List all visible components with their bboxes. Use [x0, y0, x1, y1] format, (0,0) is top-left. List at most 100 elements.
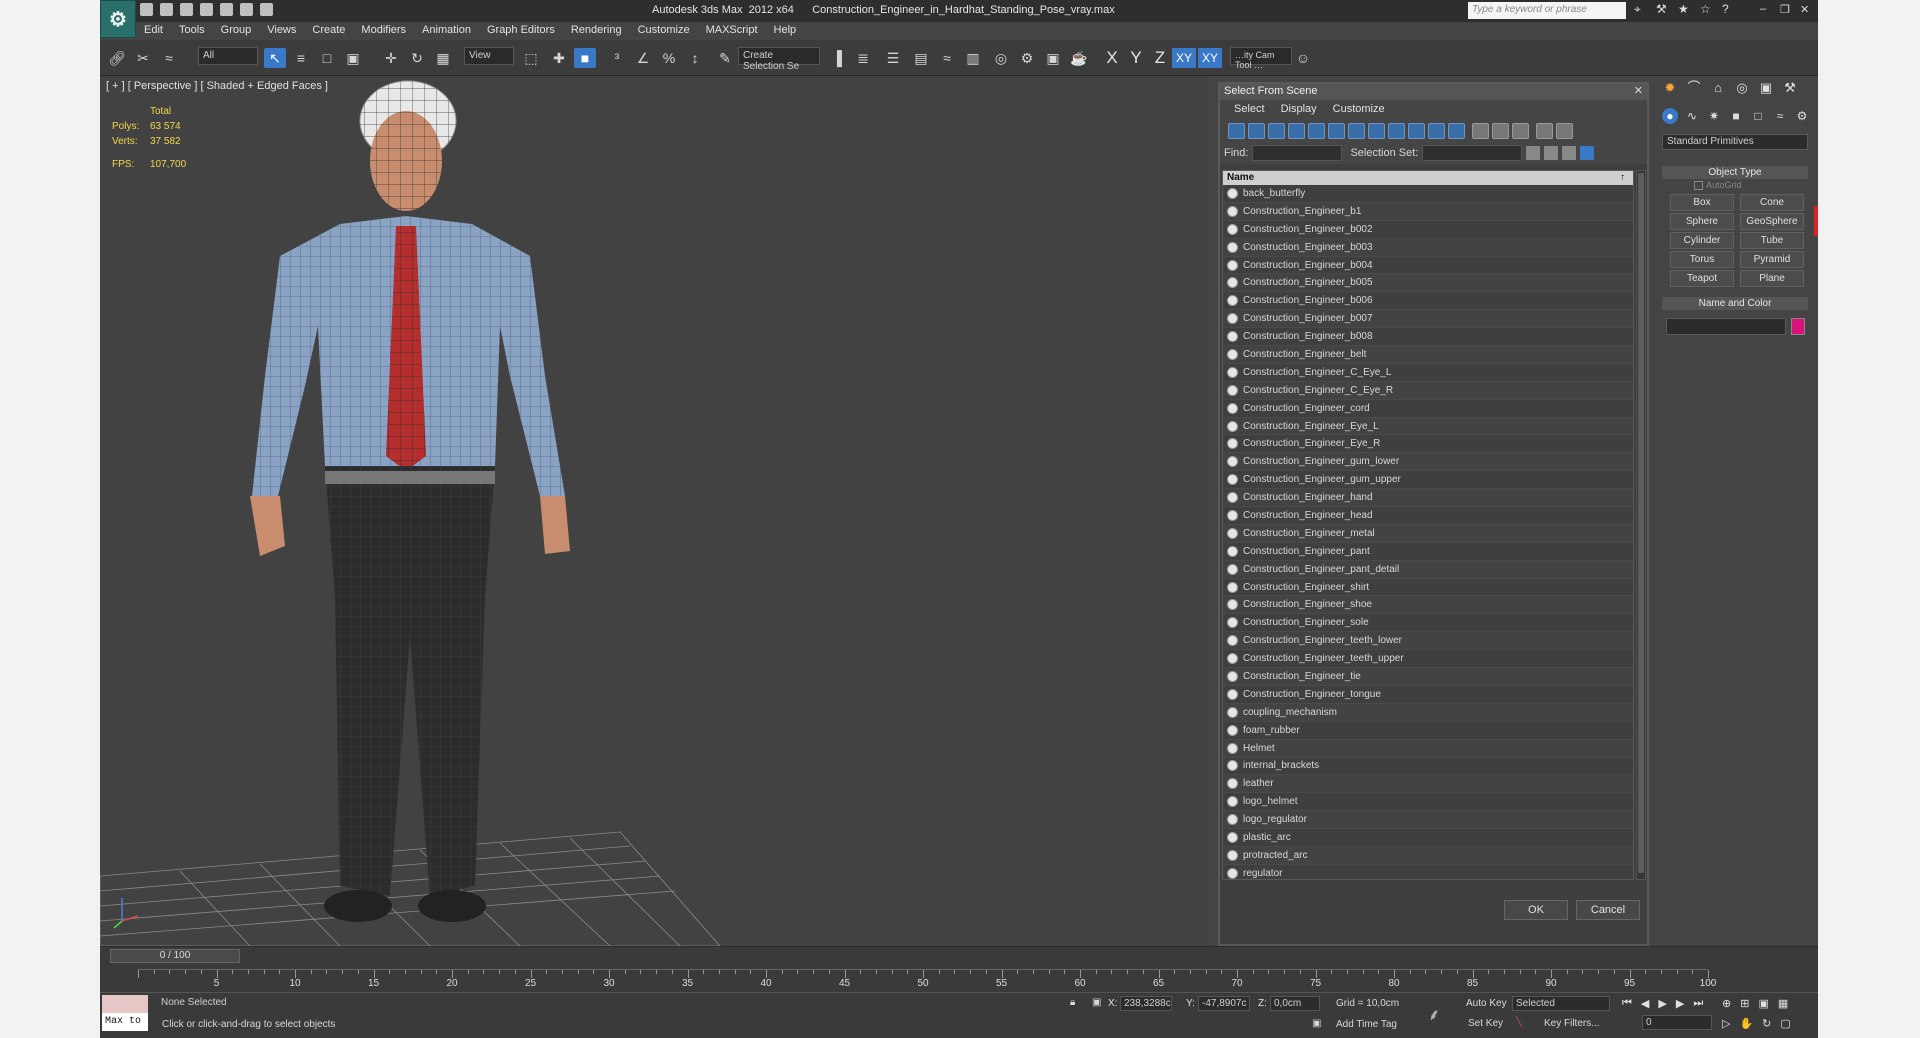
menu-modifiers[interactable]: Modifiers — [353, 22, 414, 40]
spinner-snap-icon[interactable]: ↕ — [684, 48, 706, 68]
auto-key-button[interactable]: Auto Key — [1466, 998, 1507, 1009]
open-file-icon[interactable] — [160, 3, 173, 16]
dialog-menu-customize[interactable]: Customize — [1333, 103, 1385, 117]
object-list-row[interactable]: plastic_arc — [1223, 829, 1633, 847]
maximize-viewport-icon[interactable]: ▢ — [1780, 1017, 1790, 1030]
select-by-name-icon[interactable]: ≡ — [290, 48, 312, 68]
find-input[interactable] — [1252, 145, 1343, 161]
track-bar[interactable]: 5 10 15 20 25 30 35 40 45 50 55 60 65 70 75 80 85 90 95 100 — [138, 969, 1716, 991]
key-filters-button[interactable]: Key Filters... — [1544, 1018, 1600, 1029]
lights-icon[interactable]: ✷ — [1706, 108, 1722, 124]
favorites-icon[interactable]: ☆ — [1700, 3, 1713, 16]
rendered-frame-icon[interactable]: ▣ — [1042, 48, 1064, 68]
time-slider[interactable]: 0 / 100 — [110, 949, 240, 963]
select-manipulate-icon[interactable]: ✚ — [548, 48, 570, 68]
pyramid-button[interactable]: Pyramid — [1740, 251, 1804, 268]
object-list-row[interactable]: Construction_Engineer_b002 — [1223, 221, 1633, 239]
object-list-row[interactable]: Construction_Engineer_b005 — [1223, 274, 1633, 293]
object-list-row[interactable]: internal_brackets — [1223, 758, 1633, 776]
ref-coord-dropdown[interactable]: View — [464, 47, 514, 65]
object-list-row[interactable]: Construction_Engineer_shoe — [1223, 596, 1633, 615]
maxscript-mini-listener[interactable]: Max to — [102, 1013, 148, 1031]
object-list-row[interactable]: Construction_Engineer_b008 — [1223, 328, 1633, 347]
display-containers-icon[interactable] — [1408, 123, 1425, 139]
menu-tools[interactable]: Tools — [171, 22, 213, 40]
menu-views[interactable]: Views — [259, 22, 304, 40]
maxscript-listener-pink[interactable] — [102, 995, 148, 1013]
absolute-mode-icon[interactable]: ▣ — [1092, 997, 1101, 1008]
star-icon[interactable]: ★ — [1678, 3, 1691, 16]
minimize-icon[interactable]: – — [1760, 3, 1766, 15]
pivot-icon[interactable]: ⬚ — [520, 48, 542, 68]
scale-icon[interactable]: ▦ — [432, 48, 454, 68]
menu-edit[interactable]: Edit — [136, 22, 171, 40]
dialog-menu-select[interactable]: Select — [1234, 103, 1265, 117]
object-list-row[interactable]: Construction_Engineer_shirt — [1223, 579, 1633, 597]
menu-rendering[interactable]: Rendering — [563, 22, 630, 40]
object-list-row[interactable]: Construction_Engineer_Eye_L — [1223, 417, 1633, 436]
object-list-row[interactable]: Construction_Engineer_tongue — [1223, 686, 1633, 704]
window-crossing-icon[interactable]: ▣ — [342, 48, 364, 68]
column-header-name[interactable]: Name ↑ — [1223, 171, 1633, 185]
hierarchy-tab-icon[interactable]: ⌂ — [1710, 80, 1726, 96]
object-list-row[interactable]: logo_helmet — [1223, 793, 1633, 812]
selection-filter-dropdown[interactable]: All — [198, 47, 258, 65]
edit-named-sets-icon[interactable]: ✎ — [714, 48, 736, 68]
current-frame-field[interactable]: 0 — [1642, 1015, 1712, 1030]
render-icon[interactable]: ☕ — [1068, 48, 1090, 68]
primitive-type-dropdown[interactable]: Standard Primitives — [1662, 134, 1808, 150]
time-tag-icon[interactable]: ▣ — [1312, 1018, 1321, 1029]
schematic-view-icon[interactable]: ▥ — [962, 48, 984, 68]
object-list-row[interactable]: Helmet — [1223, 739, 1633, 758]
display-spacewarps-icon[interactable] — [1328, 123, 1345, 139]
menu-graph-editors[interactable]: Graph Editors — [479, 22, 563, 40]
display-frozen-icon[interactable] — [1428, 123, 1445, 139]
keyboard-shortcut-icon[interactable]: ■ — [574, 48, 596, 68]
curve-editor-icon[interactable]: ≈ — [936, 48, 958, 68]
display-lights-icon[interactable] — [1268, 123, 1285, 139]
display-helpers-icon[interactable] — [1308, 123, 1325, 139]
z-coord-field[interactable]: 0,0cm — [1270, 996, 1320, 1011]
set-key-line-icon[interactable]: ╲ — [1516, 1017, 1522, 1028]
orbit-icon[interactable]: ↻ — [1762, 1017, 1771, 1030]
modify-tab-icon[interactable]: ⌒ — [1686, 80, 1702, 96]
object-list-row[interactable]: Construction_Engineer_b007 — [1223, 310, 1633, 329]
angle-snap-icon[interactable]: ∠ — [632, 48, 654, 68]
go-to-start-icon[interactable]: ⏮ — [1622, 997, 1632, 1010]
list-scrollbar[interactable] — [1636, 170, 1646, 880]
motion-tab-icon[interactable]: ◎ — [1734, 80, 1750, 96]
object-list-row[interactable]: back_butterfly — [1223, 185, 1633, 203]
teapot-button[interactable]: Teapot — [1670, 270, 1734, 287]
geometry-icon[interactable]: ● — [1662, 108, 1678, 124]
tools-icon[interactable]: ⚒ — [1656, 3, 1669, 16]
unlink-icon[interactable]: ✂ — [132, 48, 154, 68]
y-coord-field[interactable]: -47,8907c — [1198, 996, 1250, 1011]
go-to-end-icon[interactable]: ⏭ — [1693, 997, 1703, 1010]
display-groups-icon[interactable] — [1348, 123, 1365, 139]
object-list-row[interactable]: Construction_Engineer_C_Eye_R — [1223, 381, 1633, 400]
object-list-row[interactable]: Construction_Engineer_pant — [1223, 543, 1633, 561]
object-list-row[interactable]: protracted_arc — [1223, 846, 1633, 865]
cone-button[interactable]: Cone — [1740, 194, 1804, 211]
box-button[interactable]: Box — [1670, 194, 1734, 211]
object-list-row[interactable]: Construction_Engineer_metal — [1223, 524, 1633, 543]
select-object-icon[interactable]: ↖ — [264, 48, 286, 68]
key-mode-dropdown[interactable]: Selected — [1512, 996, 1610, 1011]
graphite-ribbon-icon[interactable]: ▤ — [910, 48, 932, 68]
dialog-close-icon[interactable]: ✕ — [1634, 84, 1643, 97]
helpers-icon[interactable]: □ — [1750, 108, 1766, 124]
cylinder-button[interactable]: Cylinder — [1670, 232, 1734, 249]
snap-toggle-icon[interactable]: ³ — [606, 48, 628, 68]
object-list-row[interactable]: Construction_Engineer_sole — [1223, 614, 1633, 633]
spacewarps-icon[interactable]: ≈ — [1772, 108, 1788, 124]
rect-region-icon[interactable]: □ — [316, 48, 338, 68]
bind-spacewarp-icon[interactable]: ≈ — [158, 48, 180, 68]
plane-button[interactable]: Plane — [1740, 270, 1804, 287]
scrollbar-thumb[interactable] — [1638, 173, 1644, 873]
filter-icon[interactable] — [1536, 123, 1553, 139]
zoom-all-icon[interactable]: ⊞ — [1740, 997, 1749, 1010]
object-list-row[interactable]: Construction_Engineer_b1 — [1223, 202, 1633, 221]
object-list-row[interactable]: Construction_Engineer_hand — [1223, 489, 1633, 508]
x-coord-field[interactable]: 238,3288c — [1120, 996, 1172, 1011]
display-tab-icon[interactable]: ▣ — [1758, 80, 1774, 96]
